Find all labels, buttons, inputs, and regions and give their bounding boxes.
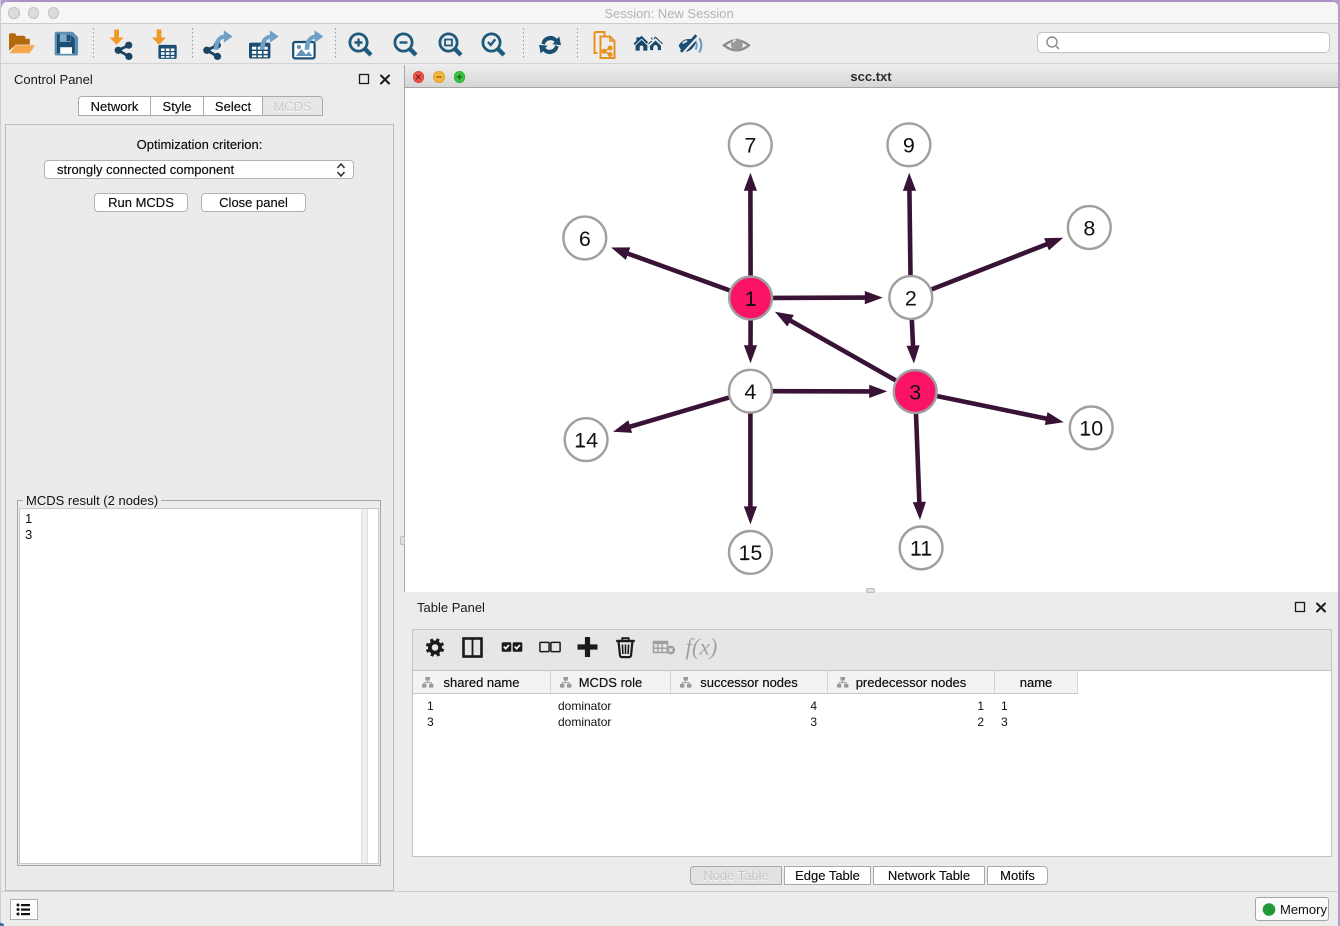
svg-text:4: 4 xyxy=(744,380,756,404)
svg-text:15: 15 xyxy=(738,541,762,565)
svg-text:1: 1 xyxy=(745,287,757,311)
svg-text:7: 7 xyxy=(744,134,756,158)
svg-text:10: 10 xyxy=(1079,417,1103,441)
svg-text:f(x): f(x) xyxy=(686,635,718,660)
svg-text:9: 9 xyxy=(903,134,915,158)
svg-text:2: 2 xyxy=(905,286,917,310)
svg-text:3: 3 xyxy=(909,380,921,404)
svg-text:8: 8 xyxy=(1083,216,1095,240)
svg-text:14: 14 xyxy=(574,428,598,452)
svg-text:11: 11 xyxy=(910,537,932,561)
svg-text:6: 6 xyxy=(579,227,591,251)
